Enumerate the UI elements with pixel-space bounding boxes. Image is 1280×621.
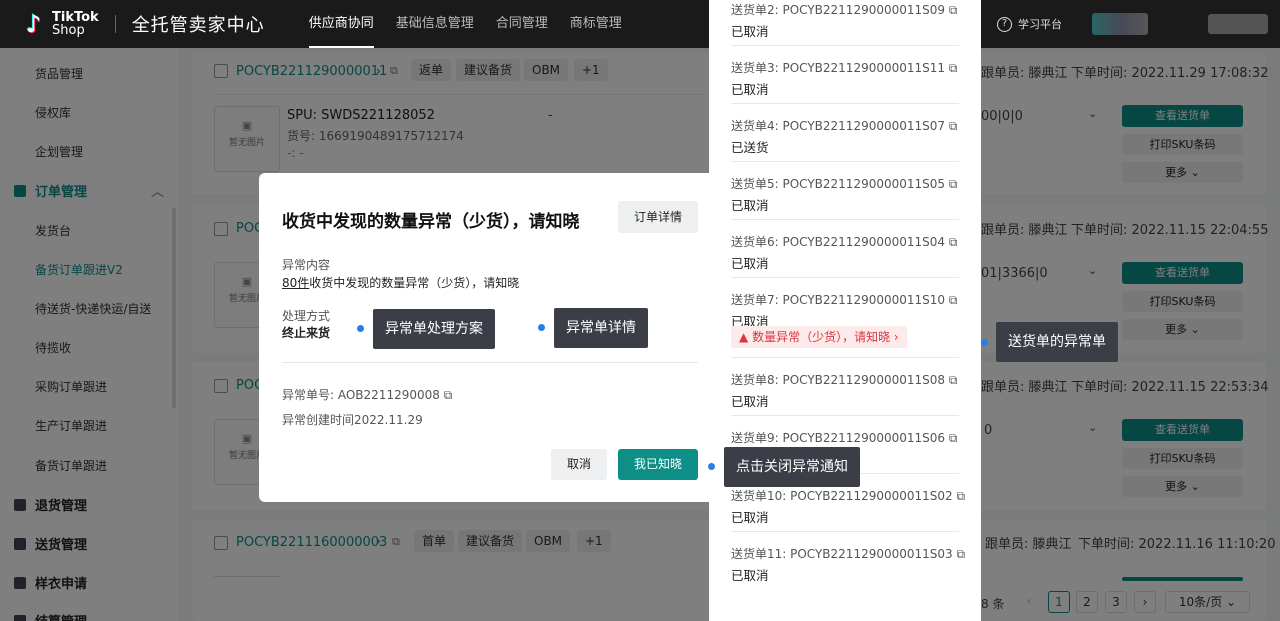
shipment-item[interactable]: 送货单2: POCYB2211290000011S09 ⧉ 已取消 [731,1,959,40]
callout-dot [708,463,715,470]
exception-created-time: 异常创建时间2022.11.29 [282,413,423,427]
shipment-item[interactable]: 送货单5: POCYB2211290000011S05 ⧉ 已取消 [731,175,959,214]
top-navigation: TikTok Shop 全托管卖家中心 供应商协同 基础信息管理 合同管理 商标… [0,0,1280,48]
shipment-item[interactable]: 送货单8: POCYB2211290000011S08 ⧉ 已取消 [731,371,959,410]
shortage-quantity[interactable]: 80件 [282,276,309,290]
quantity-exception-warning[interactable]: ▲ 数量异常（少货），请知晓 › [731,326,907,348]
dialog-title: 收货中发现的数量异常（少货），请知晓 [282,212,580,232]
copy-icon[interactable]: ⧉ [957,547,966,561]
copy-icon[interactable]: ⧉ [949,373,958,387]
blurred-user-avatar[interactable] [1208,14,1268,34]
tiktok-logo-icon [26,12,48,36]
logo-line2: Shop [52,23,85,38]
divider [282,362,698,363]
nav-contract[interactable]: 合同管理 [496,0,548,48]
copy-icon[interactable]: ⧉ [957,489,966,503]
callout-shipment-exception: 送货单的异常单 [996,322,1118,362]
warning-icon: ▲ [739,330,749,344]
callout-dot [981,339,988,346]
nav-supplier[interactable]: 供应商协同 [308,0,374,48]
callout-close-notice: 点击关闭异常通知 [724,447,860,487]
handle-value: 终止来货 [282,326,331,340]
copy-icon[interactable]: ⧉ [949,293,958,307]
shipment-item[interactable]: 送货单6: POCYB2211290000011S04 ⧉ 已取消 [731,233,959,272]
shipment-item[interactable]: 送货单3: POCYB2211290000011S11 ⧉ 已取消 [731,59,959,98]
copy-icon[interactable]: ⧉ [949,235,958,249]
cancel-button[interactable]: 取消 [551,449,607,480]
callout-dot [538,324,545,331]
copy-icon[interactable]: ⧉ [949,61,958,75]
exception-number: 异常单号: AOB2211290008 ⧉ [282,388,453,402]
handle-label: 处理方式 [282,309,331,323]
shipment-item[interactable]: 送货单4: POCYB2211290000011S07 ⧉ 已送货 [731,117,959,156]
app-title: 全托管卖家中心 [131,15,265,36]
nav-trademark[interactable]: 商标管理 [570,0,622,48]
callout-exception-detail: 异常单详情 [554,308,648,348]
callout-dot [357,325,364,332]
tiktok-shop-logo[interactable]: TikTok Shop [26,11,99,37]
divider [114,15,116,33]
copy-icon[interactable]: ⧉ [949,431,958,445]
callout-handling-plan: 异常单处理方案 [373,309,495,349]
question-icon: ? [997,16,1012,32]
learning-platform-label: 学习平台 [1018,18,1062,31]
content-value: 80件收货中发现的数量异常（少货），请知晓 [282,276,520,290]
copy-icon[interactable]: ⧉ [949,177,958,191]
blurred-account-info [1092,13,1148,35]
shipment-item[interactable]: 送货单11: POCYB2211290000011S03 ⧉ 已取消 [731,545,965,584]
copy-icon[interactable]: ⧉ [949,3,958,17]
shipment-item[interactable]: 送货单7: POCYB2211290000011S10 ⧉ 已取消 [731,291,959,330]
content-label: 异常内容 [282,258,331,272]
nav-basic-info[interactable]: 基础信息管理 [396,0,474,48]
learning-platform-link[interactable]: ? 学习平台 [997,16,1062,32]
acknowledge-button[interactable]: 我已知晓 [618,449,698,480]
copy-icon[interactable]: ⧉ [444,388,453,402]
order-detail-button[interactable]: 订单详情 [618,201,698,233]
copy-icon[interactable]: ⧉ [949,119,958,133]
shipment-item[interactable]: 送货单10: POCYB2211290000011S02 ⧉ 已取消 [731,487,965,526]
shipment-panel: 送货单2: POCYB2211290000011S09 ⧉ 已取消 送货单3: P… [709,0,981,621]
